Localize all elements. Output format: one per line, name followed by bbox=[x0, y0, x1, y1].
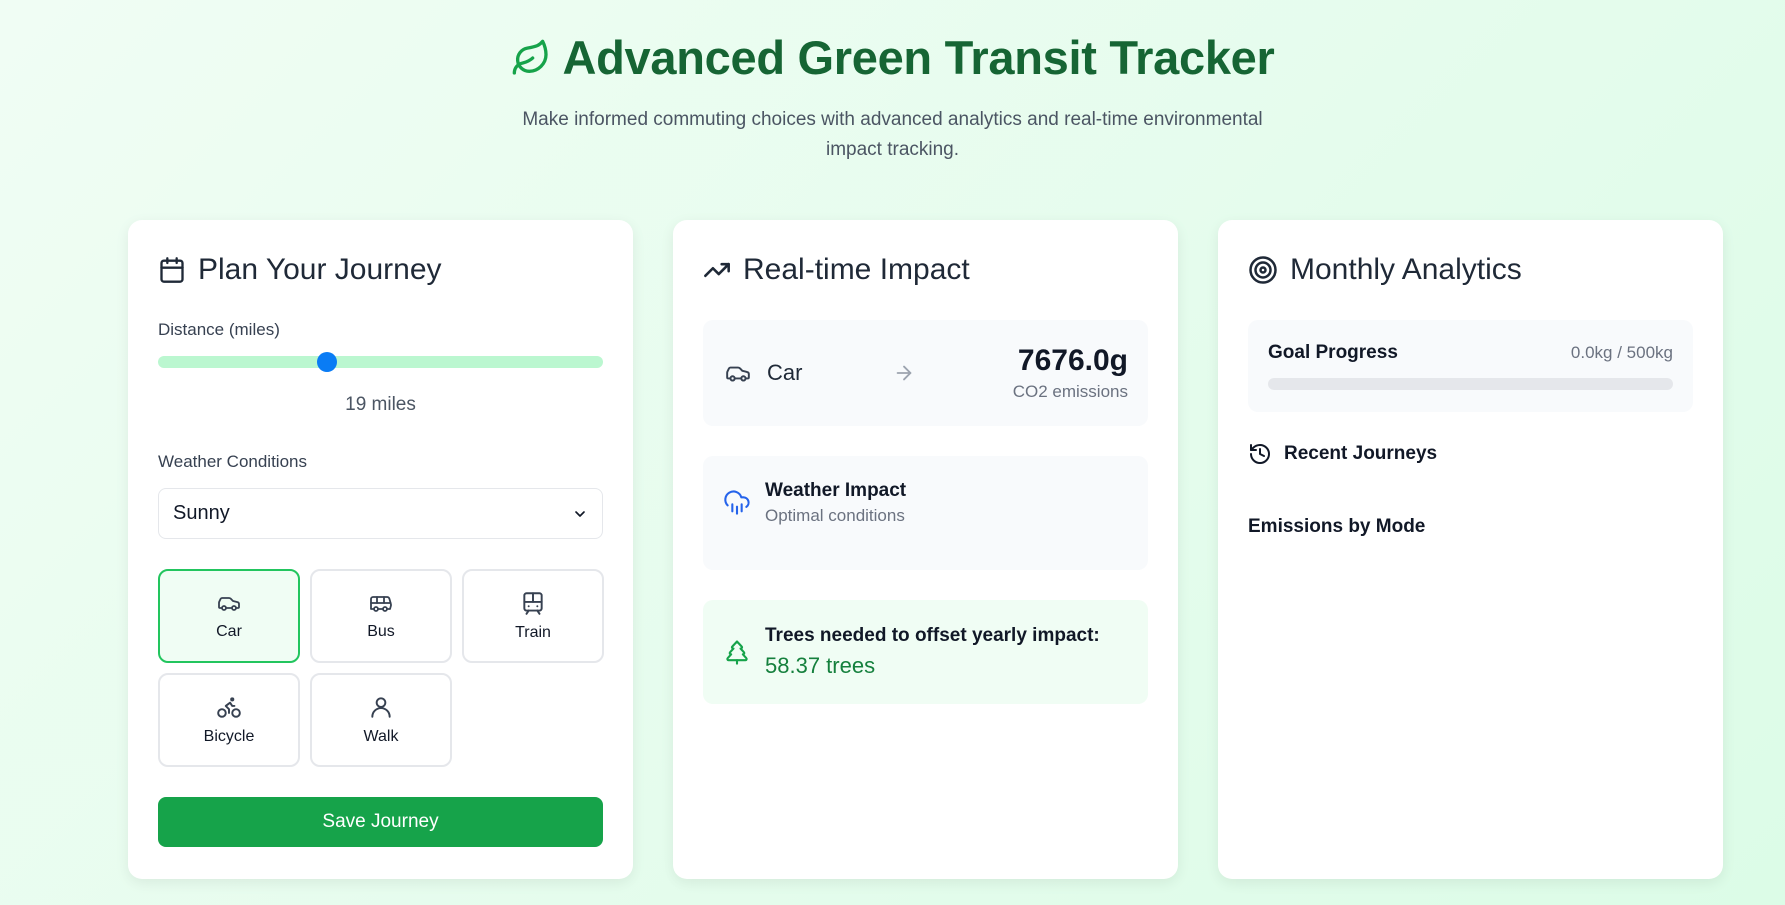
co2-unit: CO2 emissions bbox=[1012, 382, 1128, 401]
title-row: Advanced Green Transit Tracker bbox=[0, 30, 1785, 85]
weather-field: Weather Conditions Sunny bbox=[158, 452, 603, 539]
target-icon bbox=[1248, 255, 1278, 285]
weather-select-value: Sunny bbox=[173, 502, 230, 524]
realtime-impact-header: Real-time Impact bbox=[703, 250, 1148, 290]
weather-impact-sub: Optimal conditions bbox=[765, 506, 905, 525]
history-icon bbox=[1248, 442, 1272, 466]
weather-impact-text: Weather Impact Optimal conditions bbox=[765, 480, 906, 546]
mode-car-button[interactable]: Car bbox=[158, 569, 300, 663]
goal-progress-bar bbox=[1268, 378, 1673, 390]
current-mode: Car bbox=[723, 360, 893, 386]
plan-journey-card: Plan Your Journey Distance (miles) 19 mi… bbox=[128, 220, 633, 879]
weather-label: Weather Conditions bbox=[158, 452, 307, 471]
goal-progress-label: Goal Progress bbox=[1268, 342, 1398, 363]
plan-journey-title: Plan Your Journey bbox=[198, 253, 442, 286]
co2-readout: 7676.0g CO2 emissions bbox=[1013, 344, 1128, 402]
mode-label: Train bbox=[515, 624, 551, 641]
page-subtitle: Make informed commuting choices with adv… bbox=[522, 109, 1263, 160]
mode-label: Walk bbox=[363, 728, 399, 745]
save-journey-button[interactable]: Save Journey bbox=[158, 797, 603, 847]
monthly-analytics-header: Monthly Analytics bbox=[1248, 250, 1693, 290]
mode-bicycle-button[interactable]: Bicycle bbox=[158, 673, 300, 767]
mode-label: Bicycle bbox=[203, 728, 255, 745]
mode-walk-button[interactable]: Walk bbox=[310, 673, 452, 767]
trending-up-icon bbox=[703, 256, 731, 284]
distance-label: Distance (miles) bbox=[158, 320, 280, 339]
calendar-icon bbox=[158, 256, 186, 284]
distance-value: 19 miles bbox=[345, 394, 416, 415]
goal-progress-row: Goal Progress 0.0kg / 500kg bbox=[1268, 342, 1673, 364]
trees-offset-value: 58.37 trees bbox=[765, 653, 876, 678]
cards-row: Plan Your Journey Distance (miles) 19 mi… bbox=[128, 220, 1723, 879]
realtime-impact-title: Real-time Impact bbox=[743, 253, 970, 286]
mode-bus-button[interactable]: Bus bbox=[310, 569, 452, 663]
cloud-rain-icon bbox=[723, 488, 751, 546]
car-icon bbox=[723, 360, 753, 386]
bus-icon bbox=[367, 591, 395, 615]
mode-train-button[interactable]: Train bbox=[462, 569, 604, 663]
header: Advanced Green Transit Tracker Make info… bbox=[0, 0, 1785, 165]
goal-progress-box: Goal Progress 0.0kg / 500kg bbox=[1248, 320, 1693, 412]
goal-progress-value: 0.0kg / 500kg bbox=[1570, 343, 1673, 362]
plan-journey-header: Plan Your Journey bbox=[158, 250, 603, 290]
page-title: Advanced Green Transit Tracker bbox=[562, 31, 1275, 84]
current-mode-label: Car bbox=[767, 360, 803, 385]
monthly-analytics-title: Monthly Analytics bbox=[1290, 253, 1522, 286]
weather-impact-box: Weather Impact Optimal conditions bbox=[703, 456, 1148, 570]
recent-journeys-header: Recent Journeys bbox=[1248, 442, 1693, 466]
co2-value: 7676.0g bbox=[1017, 344, 1128, 377]
weather-select[interactable]: Sunny bbox=[158, 488, 603, 539]
bicycle-icon bbox=[215, 694, 243, 720]
arrow-right-icon bbox=[893, 362, 1013, 384]
co2-stat-box: Car 7676.0g CO2 emissions bbox=[703, 320, 1148, 426]
trees-offset-title: Trees needed to offset yearly impact: bbox=[765, 625, 1100, 646]
monthly-analytics-card: Monthly Analytics Goal Progress 0.0kg / … bbox=[1218, 220, 1723, 879]
walk-icon bbox=[368, 694, 394, 720]
realtime-impact-card: Real-time Impact Car 7676.0g CO2 emissio… bbox=[673, 220, 1178, 879]
tree-icon bbox=[723, 638, 751, 666]
mode-label: Car bbox=[216, 623, 242, 640]
emissions-by-mode-label: Emissions by Mode bbox=[1248, 516, 1426, 537]
chevron-down-icon bbox=[572, 506, 588, 522]
train-icon bbox=[520, 590, 546, 616]
mode-label: Bus bbox=[367, 623, 395, 640]
leaf-icon bbox=[511, 38, 551, 78]
distance-slider[interactable] bbox=[158, 352, 603, 372]
recent-journeys-label: Recent Journeys bbox=[1284, 443, 1438, 464]
car-icon bbox=[215, 591, 243, 615]
weather-impact-title: Weather Impact bbox=[765, 480, 907, 501]
distance-slider-thumb[interactable] bbox=[317, 352, 338, 372]
trees-offset-text: Trees needed to offset yearly impact: 58… bbox=[765, 625, 1100, 679]
transport-modes: Car Bus Train Bicycle Walk bbox=[158, 569, 604, 767]
trees-offset-box: Trees needed to offset yearly impact: 58… bbox=[703, 600, 1148, 704]
